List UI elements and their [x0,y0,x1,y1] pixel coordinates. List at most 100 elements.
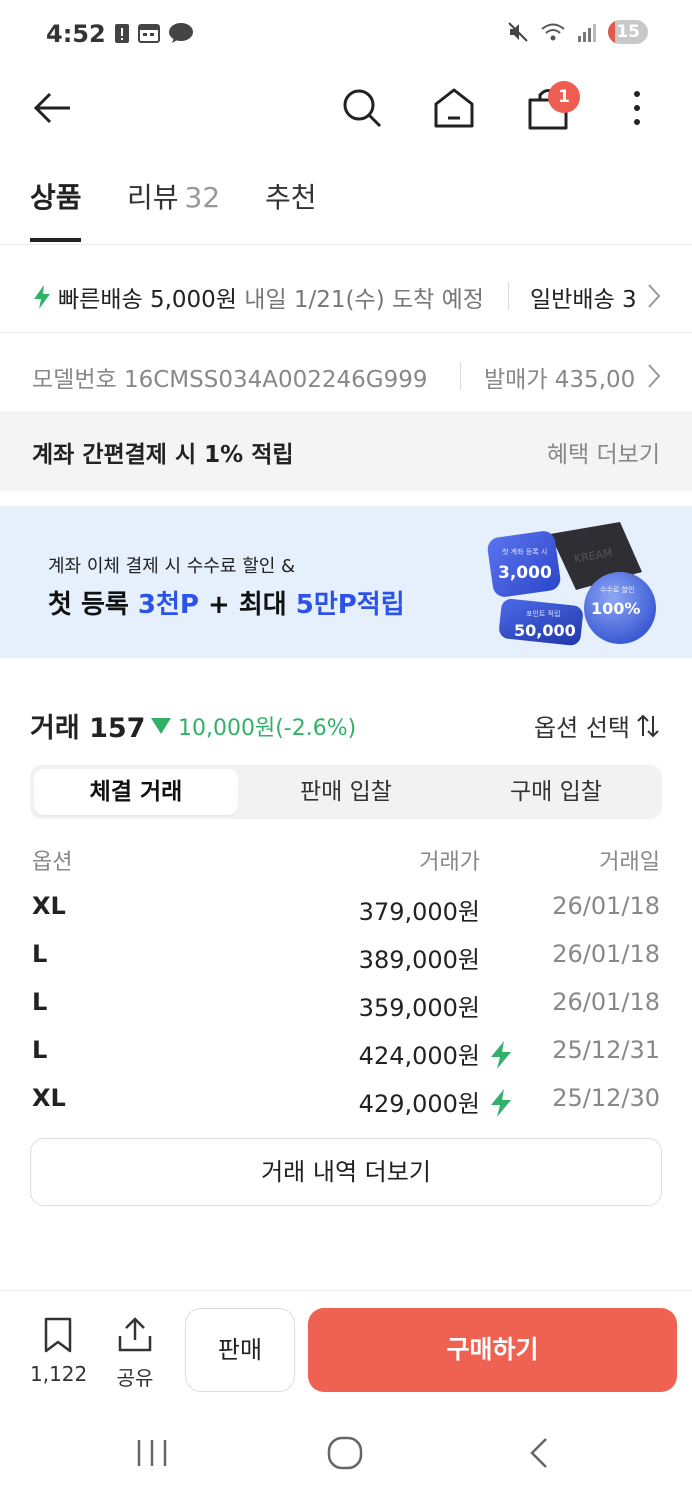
row-price: 379,000원 [358,898,480,926]
promo-title-part: 첫 등록 [48,590,138,620]
status-time: 4:52 [46,20,106,48]
status-bar: 4:52 15 [0,0,692,70]
alert-icon [115,24,129,43]
fast-delivery-info: 빠른배송 5,000원 내일 1/21(수) 도착 예정 [58,280,484,314]
fast-delivery-label: 빠른배송 5,000원 [58,287,237,313]
bookmark-count: 1,122 [30,1362,88,1386]
promo-title-part: + 최대 [198,590,296,620]
row-price: 359,000원 [358,994,480,1022]
promo-banner[interactable]: 계좌 이체 결제 시 수수료 할인 & 첫 등록 3천P + 최대 5만P적립 … [0,506,692,658]
coin-caption: 수수료 할인 [600,585,634,594]
vertical-divider [460,362,461,390]
share-button[interactable]: 공유 [110,1316,160,1390]
trade-count-title: 거래 157 [30,713,146,744]
tab-review[interactable]: 리뷰 32 [127,176,220,216]
option-select-button[interactable]: 옵션 선택 [534,708,660,743]
status-system-icons: 15 [506,20,648,44]
sort-icon [637,714,659,737]
row-date: 26/01/18 [552,892,660,920]
price-change: 10,000원(-2.6%) [150,710,356,742]
segment-completed-trades[interactable]: 체결 거래 [34,769,238,815]
tab-recommend[interactable]: 추천 [265,176,317,216]
trade-history-more-button[interactable]: 거래 내역 더보기 [30,1138,662,1206]
lightning-icon [34,285,50,309]
row-date: 26/01/18 [552,940,660,968]
table-header: 옵션 거래가 거래일 [0,840,692,888]
cart-count-badge: 1 [548,81,580,113]
table-row: XL 429,000원 25/12/30 [0,1080,692,1128]
promo-subtitle: 계좌 이체 결제 시 수수료 할인 & [48,556,296,577]
table-row: L 424,000원 25/12/31 [0,1032,692,1080]
trade-type-segmented-control: 체결 거래 판매 입찰 구매 입찰 [30,765,662,819]
row-option: XL [32,892,66,920]
more-vertical-icon[interactable] [622,84,652,132]
row-option: L [32,988,48,1016]
row-date: 25/12/30 [552,1084,660,1112]
sell-button[interactable]: 판매 [185,1308,295,1392]
release-price: 발매가 435,00 [484,367,636,393]
chat-icon [169,23,193,43]
home-circle-icon[interactable] [326,1435,364,1471]
battery-level: 15 [616,22,640,42]
promo-highlight-first: 3천P [137,590,199,620]
divider [0,244,692,245]
share-icon [118,1317,152,1352]
status-notification-icons [114,22,194,44]
signal-icon [578,24,597,42]
fast-delivery-lightning-icon [491,1041,511,1069]
back-arrow-icon[interactable] [30,86,74,130]
discount-coin: 수수료 할인 100% [584,572,656,644]
chevron-right-icon [648,364,661,388]
segment-sell-bids[interactable]: 판매 입찰 [244,769,448,815]
model-number: 모델번호 16CMSS034A002246G999 [32,367,428,393]
divider [0,1290,692,1291]
promo-highlight-max: 5만P적립 [295,590,405,620]
fast-delivery-eta: 내일 1/21(수) 도착 예정 [244,287,484,313]
coin-value: 100% [591,599,640,618]
coupon-value: 50,000 [514,621,576,640]
coupon-card-3000: 첫 계좌 등록 시 3,000 [487,531,561,597]
benefit-more-link[interactable]: 혜택 더보기 [547,435,660,469]
row-price: 389,000원 [358,946,480,974]
tab-review-label: 리뷰 [127,181,179,214]
delivery-options-row[interactable]: 빠른배송 5,000원 내일 1/21(수) 도착 예정 일반배송 3 [0,266,692,326]
share-label: 공유 [116,1366,154,1390]
row-option: L [32,940,48,968]
back-chevron-icon[interactable] [524,1436,554,1470]
points-benefit-title: 계좌 간편결제 시 1% 적립 [32,442,294,468]
home-icon[interactable] [430,84,478,132]
header-price: 거래가 [419,850,480,875]
search-icon[interactable] [338,84,386,132]
trade-history-header: 거래 157 10,000원(-2.6%) 옵션 선택 [0,704,692,744]
row-option: XL [32,1084,66,1112]
divider [0,332,692,333]
battery-indicator: 15 [608,20,648,44]
coupon-value: 3,000 [498,563,552,583]
row-option: L [32,1036,48,1064]
top-app-bar [0,70,692,146]
system-navigation-bar [0,1418,692,1500]
row-price: 429,000원 [358,1090,480,1118]
calendar-icon [138,24,160,43]
price-change-value: 10,000원(-2.6%) [178,716,357,741]
table-row: L 389,000원 26/01/18 [0,936,692,984]
header-date: 거래일 [599,850,660,875]
model-info-row[interactable]: 모델번호 16CMSS034A002246G999 발매가 435,00 [0,350,692,406]
row-price: 424,000원 [358,1042,480,1070]
general-delivery-label: 일반배송 3 [530,287,636,313]
segment-buy-bids[interactable]: 구매 입찰 [454,769,658,815]
bookmark-button[interactable]: 1,122 [30,1316,88,1388]
tab-review-count: 32 [184,181,221,214]
tab-product[interactable]: 상품 [30,176,82,216]
recent-apps-icon[interactable] [134,1438,170,1468]
points-benefit-row[interactable]: 계좌 간편결제 시 1% 적립 혜택 더보기 [0,411,692,491]
down-triangle-icon [151,718,171,734]
option-select-label: 옵션 선택 [534,714,630,742]
bookmark-icon [44,1317,72,1353]
table-row: XL 379,000원 26/01/18 [0,888,692,936]
row-date: 26/01/18 [552,988,660,1016]
trade-table: 옵션 거래가 거래일 XL 379,000원 26/01/18 L 389,00… [0,840,692,1128]
buy-button[interactable]: 구매하기 [308,1308,677,1392]
mute-icon [508,22,529,42]
tab-bar: 상품 리뷰 32 추천 [0,176,692,246]
